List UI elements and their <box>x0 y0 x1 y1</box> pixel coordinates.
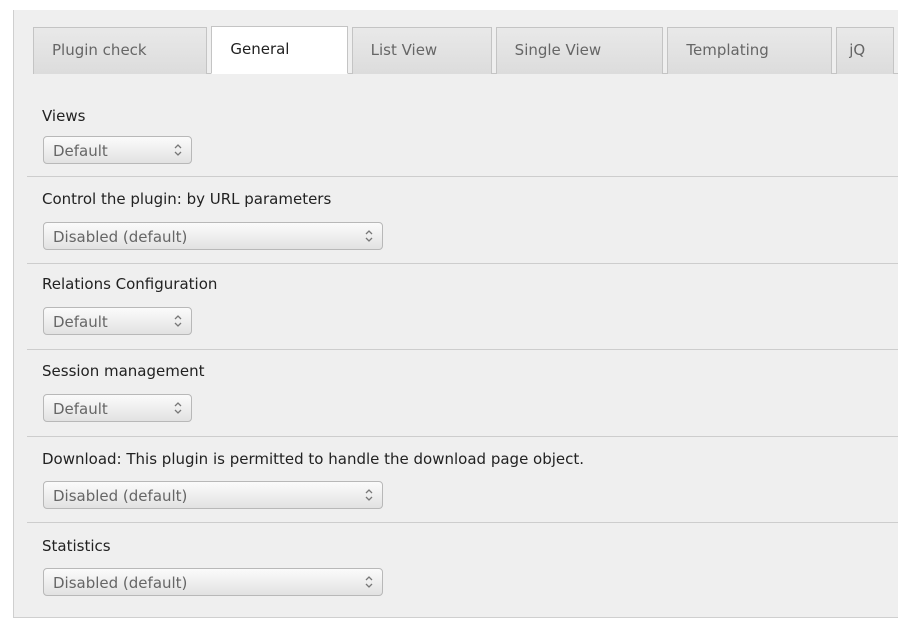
control-select-value: Disabled (default) <box>53 228 188 246</box>
tab-jquery[interactable]: jQ <box>836 27 895 74</box>
session-select-value: Default <box>53 400 108 418</box>
up-down-chevron-icon <box>365 576 373 588</box>
views-select[interactable]: Default <box>43 136 192 164</box>
control-select[interactable]: Disabled (default) <box>43 222 383 250</box>
download-label: Download: This plugin is permitted to ha… <box>42 450 585 468</box>
control-section: Control the plugin: by URL parameters Di… <box>27 176 898 264</box>
download-section: Download: This plugin is permitted to ha… <box>27 436 898 523</box>
relations-section: Relations Configuration Default <box>27 263 898 350</box>
up-down-chevron-icon <box>365 489 373 501</box>
statistics-section: Statistics Disabled (default) <box>27 522 898 612</box>
views-section: Views Default <box>27 106 898 177</box>
relations-select[interactable]: Default <box>43 307 192 335</box>
up-down-chevron-icon <box>365 230 373 242</box>
tab-plugin-check[interactable]: Plugin check <box>33 27 208 74</box>
up-down-chevron-icon <box>174 144 182 156</box>
download-select-value: Disabled (default) <box>53 487 188 505</box>
plugin-settings-panel: Plugin check General List View Single Vi… <box>13 10 898 618</box>
tab-list-view[interactable]: List View <box>351 27 492 74</box>
statistics-select-value: Disabled (default) <box>53 574 188 592</box>
relations-label: Relations Configuration <box>42 275 218 293</box>
up-down-chevron-icon <box>174 402 182 414</box>
tab-templating[interactable]: Templating <box>667 27 833 74</box>
session-section: Session management Default <box>27 349 898 437</box>
download-select[interactable]: Disabled (default) <box>43 481 383 509</box>
views-label: Views <box>42 107 86 125</box>
views-select-value: Default <box>53 142 108 160</box>
control-label: Control the plugin: by URL parameters <box>42 190 332 208</box>
tab-bar: Plugin check General List View Single Vi… <box>33 26 898 74</box>
session-label: Session management <box>42 362 205 380</box>
statistics-select[interactable]: Disabled (default) <box>43 568 383 596</box>
session-select[interactable]: Default <box>43 394 192 422</box>
relations-select-value: Default <box>53 313 108 331</box>
up-down-chevron-icon <box>174 315 182 327</box>
tab-general[interactable]: General <box>211 26 348 74</box>
statistics-label: Statistics <box>42 537 111 555</box>
tab-single-view[interactable]: Single View <box>495 27 664 74</box>
